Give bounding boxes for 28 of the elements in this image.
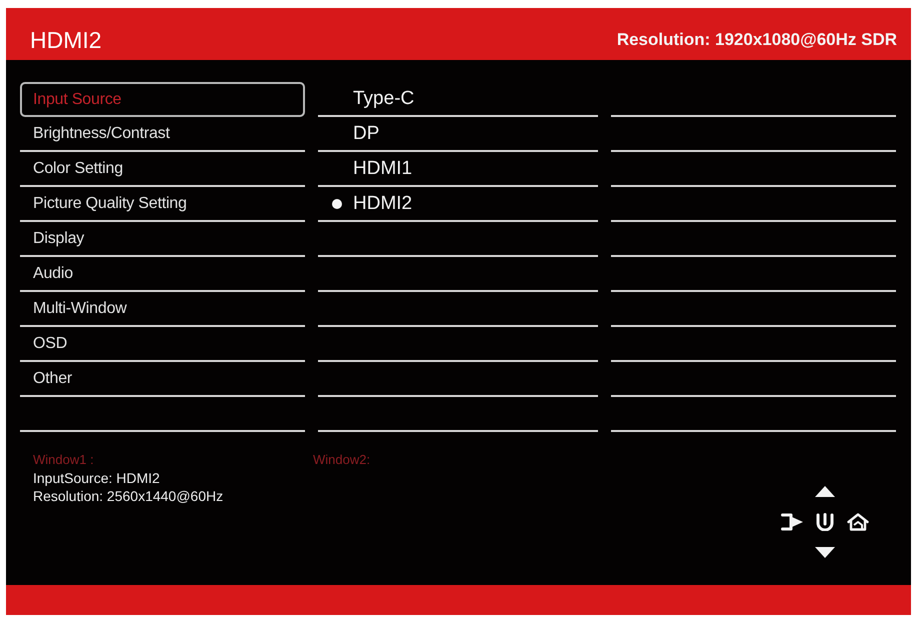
menu-item[interactable]: OSD	[20, 327, 305, 362]
menu-item[interactable]: Display	[20, 222, 305, 257]
window-heading: Window1 :	[33, 451, 94, 469]
menu-item[interactable]: Brightness/Contrast	[20, 117, 305, 152]
power-icon	[815, 513, 835, 531]
down-triangle-icon	[815, 547, 835, 558]
window-heading: Window2:	[313, 451, 370, 469]
window-info-text: Resolution: 2560x1440@60Hz	[33, 487, 224, 505]
menu-item[interactable]: Color Setting	[20, 152, 305, 187]
input-title: HDMI2	[30, 27, 102, 53]
menu-item[interactable]: Input Source	[20, 82, 305, 117]
menu-item[interactable]: Multi-Window	[20, 292, 305, 327]
menu-item[interactable]: Audio	[20, 257, 305, 292]
exit-icon	[780, 513, 804, 531]
resolution-text: Resolution: 1920x1080@60Hz SDR	[616, 29, 897, 51]
option-item[interactable]: Type-C	[318, 82, 598, 117]
menu-item[interactable]: Other	[20, 362, 305, 397]
menu-item[interactable]: Picture Quality Setting	[20, 187, 305, 222]
up-triangle-icon	[815, 486, 835, 497]
window-info-text: InputSource: HDMI2	[33, 469, 160, 487]
option-item[interactable]: HDMI1	[318, 152, 598, 187]
option-label: Type-C	[353, 88, 414, 110]
option-label: HDMI1	[353, 158, 412, 180]
option-item[interactable]: DP	[318, 117, 598, 152]
option-item[interactable]: HDMI2	[318, 187, 598, 222]
option-label: HDMI2	[353, 192, 412, 214]
home-icon	[847, 513, 869, 531]
option-label: DP	[353, 122, 380, 144]
